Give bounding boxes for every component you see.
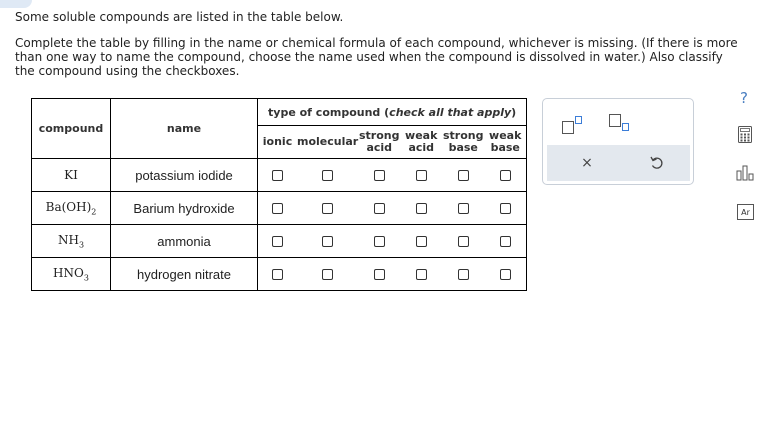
classification-checkbox[interactable] [373,236,385,247]
classification-checkbox[interactable] [272,203,283,214]
compound-name-field[interactable]: Barium hydroxide [110,191,258,225]
type-header-1: molecular [297,125,359,159]
checkbox-cell [297,158,359,192]
classification-checkbox[interactable] [272,236,283,247]
classification-checkbox[interactable] [373,269,385,280]
type-header-4: strong base [442,125,485,159]
checkbox-cell [442,224,485,258]
classification-checkbox[interactable] [457,170,469,181]
compound-formula: NH3 [31,224,111,258]
classification-checkbox[interactable] [499,236,511,247]
periodic-table-icon[interactable]: Ar [737,204,754,220]
checkbox-cell [358,224,401,258]
checkbox-cell [297,257,359,291]
compound-name-field[interactable]: hydrogen nitrate [110,257,258,291]
classification-checkbox[interactable] [457,203,469,214]
classification-checkbox[interactable] [322,170,334,181]
subscript-tool-button[interactable] [609,114,629,132]
help-icon[interactable]: ? [736,89,752,107]
table-row: HNO3 hydrogen nitrate [31,257,528,291]
classification-checkbox[interactable] [415,203,427,214]
checkbox-cell [442,158,485,192]
name-column-header: name [110,98,258,159]
compound-formula: Ba(OH)2 [31,191,111,225]
checkbox-cell [400,158,443,192]
compound-column-header: compound [31,98,111,159]
clear-button[interactable]: × [577,153,597,173]
checkbox-cell [484,191,528,225]
classification-checkbox[interactable] [457,269,469,280]
classification-checkbox[interactable] [272,269,283,280]
panel-actions-bar: × [547,145,690,181]
checkbox-cell [358,158,401,192]
classification-checkbox[interactable] [457,236,469,247]
checkbox-cell [484,257,528,291]
classification-checkbox[interactable] [373,170,385,181]
type-header-0: ionic [257,125,297,159]
table-row: KI potassium iodide [31,158,528,192]
checkbox-cell [484,224,528,258]
type-of-compound-header: type of compound (check all that apply) [256,98,528,126]
calculator-icon[interactable] [738,126,752,143]
type-header-2: strong acid [358,125,401,159]
checkbox-cell [484,158,528,192]
compound-formula: HNO3 [31,257,111,291]
checkbox-cell [358,257,401,291]
compound-name-field[interactable]: ammonia [110,224,258,258]
classification-checkbox[interactable] [499,203,511,214]
checkbox-cell [257,224,297,258]
table-row: NH3 ammonia [31,224,528,258]
corner-tab [0,0,32,8]
checkbox-cell [400,191,443,225]
compound-table: compound name type of compound (check al… [31,98,528,291]
type-header-3: weak acid [400,125,443,159]
classification-checkbox[interactable] [415,236,427,247]
answer-tools-panel: × [542,98,694,185]
data-chart-icon[interactable] [736,165,754,181]
checkbox-cell [400,224,443,258]
table-row: Ba(OH)2 Barium hydroxide [31,191,528,225]
classification-checkbox[interactable] [322,203,334,214]
classification-checkbox[interactable] [415,170,427,181]
classification-checkbox[interactable] [322,269,334,280]
type-header-5: weak base [484,125,528,159]
checkbox-cell [442,257,485,291]
intro-text: Some soluble compounds are listed in the… [15,10,344,24]
classification-checkbox[interactable] [373,203,385,214]
classification-checkbox[interactable] [499,269,511,280]
classification-checkbox[interactable] [272,170,283,181]
checkbox-cell [297,191,359,225]
classification-checkbox[interactable] [499,170,511,181]
checkbox-cell [297,224,359,258]
undo-button[interactable] [647,153,667,173]
classification-checkbox[interactable] [322,236,334,247]
classification-checkbox[interactable] [415,269,427,280]
checkbox-cell [442,191,485,225]
checkbox-cell [257,158,297,192]
checkbox-cell [257,191,297,225]
checkbox-cell [400,257,443,291]
superscript-tool-button[interactable] [562,116,582,134]
compound-name-field[interactable]: potassium iodide [110,158,258,192]
instructions-text: Complete the table by filling in the nam… [15,36,738,78]
undo-icon [650,156,663,169]
checkbox-cell [257,257,297,291]
checkbox-cell [358,191,401,225]
compound-formula: KI [31,158,111,192]
